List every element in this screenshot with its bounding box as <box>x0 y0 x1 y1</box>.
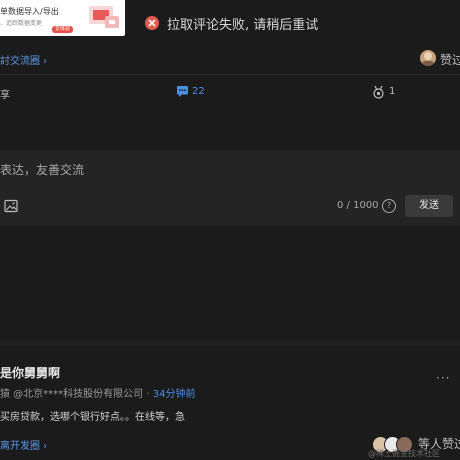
image-icon[interactable] <box>4 199 18 213</box>
watermark: @稀土掘金技术社区 <box>368 449 440 458</box>
ad-tag[interactable]: 去体验 <box>52 26 74 33</box>
comment-count[interactable]: 22 <box>192 86 205 97</box>
send-button[interactable]: 发送 <box>405 195 453 217</box>
post-meta: 猿 @北京****科技股份有限公司 · 34分钟前 <box>0 385 195 400</box>
comment-icon[interactable] <box>176 85 189 98</box>
post-author-name[interactable]: 是你舅舅啊 <box>0 364 60 381</box>
ad-title: 单数据导入/导出 <box>0 7 59 16</box>
avatar[interactable] <box>420 50 436 66</box>
post-author-info: 猿 @北京****科技股份有限公司 · <box>0 389 153 400</box>
ad-card[interactable]: 单数据导入/导出 、追踪数据变更 去体验 <box>0 0 125 36</box>
share-button[interactable]: 享 <box>0 86 10 101</box>
ad-illustration <box>89 6 119 28</box>
error-icon <box>145 16 159 30</box>
toast-message: 拉取评论失败, 请稍后重试 <box>167 18 319 33</box>
circle-link[interactable]: 討交流圈 › <box>0 52 47 67</box>
ad-subtitle: 、追踪数据变更 <box>0 20 43 27</box>
post-content[interactable]: 买房贷款，选哪个银行好点。。在线等，急 <box>0 408 185 423</box>
medal-icon[interactable] <box>372 85 385 99</box>
post-circle-link[interactable]: 离开发圈 › <box>0 437 47 452</box>
section-divider <box>0 340 460 346</box>
divider <box>0 74 460 75</box>
comment-input[interactable]: 表达，友善交流 <box>0 161 84 178</box>
help-icon[interactable]: ? <box>382 199 396 213</box>
medal-count[interactable]: 1 <box>389 86 395 97</box>
char-counter: 0 / 1000 <box>337 200 379 211</box>
more-icon[interactable]: ··· <box>436 371 450 385</box>
post-time: 34分钟前 <box>152 389 196 400</box>
like-label: 赞过 <box>440 53 460 67</box>
